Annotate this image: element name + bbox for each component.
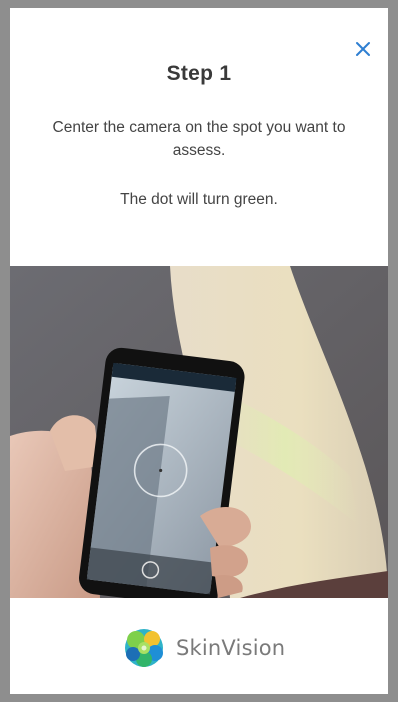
brand-name: SkinVision <box>176 636 286 660</box>
close-button[interactable] <box>352 38 374 60</box>
onboarding-screen: Step 1 Center the camera on the spot you… <box>10 8 388 694</box>
instruction-text: Center the camera on the spot you want t… <box>52 119 346 159</box>
brand: SkinVision <box>122 626 285 670</box>
hand-phone-photo <box>10 266 388 598</box>
close-icon <box>356 42 370 56</box>
skinvision-logo-icon <box>122 626 166 670</box>
instruction-image <box>10 266 388 598</box>
device-frame: Step 1 Center the camera on the spot you… <box>0 0 398 702</box>
step-title: Step 1 <box>166 62 232 85</box>
instruction-note: The dot will turn green. <box>120 191 278 208</box>
footer: SkinVision <box>10 598 388 694</box>
